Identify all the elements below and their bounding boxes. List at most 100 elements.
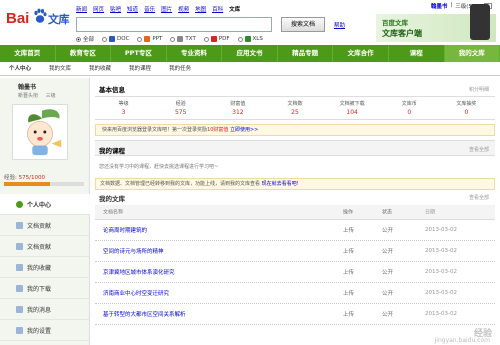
search-input[interactable] bbox=[76, 17, 272, 32]
main-nav-item[interactable]: 课程 bbox=[389, 45, 445, 62]
main-nav-item[interactable]: 文库首页 bbox=[0, 45, 56, 62]
profile-title-label: 新晋头衔 bbox=[18, 93, 39, 99]
file-type-icon bbox=[177, 36, 184, 42]
main-nav-item[interactable]: PPT专区 bbox=[111, 45, 167, 62]
stat-value[interactable]: 0 bbox=[438, 109, 495, 116]
side-menu-item[interactable]: 文档贡献 bbox=[0, 215, 90, 236]
main-nav-item[interactable]: 文库合作 bbox=[333, 45, 389, 62]
side-menu-item[interactable]: 我的消息 bbox=[0, 299, 90, 320]
stat-label: 等级 bbox=[118, 101, 129, 107]
top-nav-link[interactable]: 文库 bbox=[229, 5, 240, 15]
filter-label: PDF bbox=[218, 36, 230, 42]
top-nav-link[interactable]: 网页 bbox=[93, 5, 104, 15]
courses-more-link[interactable]: 查看全部 bbox=[469, 146, 489, 153]
radio-button[interactable] bbox=[237, 36, 243, 42]
sub-nav-item[interactable]: 我的任务 bbox=[160, 62, 200, 75]
profile-name[interactable]: 翰墨书 bbox=[18, 82, 36, 91]
points-detail-link[interactable]: 积分明细 bbox=[469, 86, 489, 93]
courses-empty-text: 您还没有学习中的课程，赶快去挑选课程进行学习吧~ bbox=[99, 164, 219, 170]
help-link[interactable]: 帮助 bbox=[334, 21, 345, 29]
courses-title: 我的课程 bbox=[99, 147, 125, 155]
doc-action: 上传 bbox=[343, 249, 355, 255]
main-nav-item[interactable]: 我的文库 bbox=[444, 45, 500, 62]
main-nav-item[interactable]: 精品专题 bbox=[278, 45, 334, 62]
filter-option[interactable]: PPT bbox=[137, 35, 162, 43]
paw-icon bbox=[34, 8, 47, 23]
app-banner[interactable]: 百度文库 文库客户端 bbox=[376, 4, 496, 42]
stat-label: 文库币 bbox=[401, 101, 417, 107]
filter-option[interactable]: PDF bbox=[203, 35, 230, 43]
top-nav-link[interactable]: 地图 bbox=[195, 5, 206, 15]
side-menu-item[interactable]: 个人中心 bbox=[0, 194, 90, 215]
doc-name-link[interactable]: 论商周时期建筑的 bbox=[103, 226, 147, 234]
courses-header: 我的课程 查看全部 bbox=[95, 140, 495, 156]
main-nav-item[interactable]: 专业资料 bbox=[167, 45, 223, 62]
top-nav-link[interactable]: 图片 bbox=[161, 5, 172, 15]
menu-item-icon bbox=[16, 200, 23, 208]
side-menu-label: 个人中心 bbox=[27, 201, 52, 209]
avatar-cartoon-icon bbox=[27, 109, 62, 156]
sub-nav-item[interactable]: 个人中心 bbox=[0, 62, 40, 75]
top-nav-link[interactable]: 音乐 bbox=[144, 5, 155, 15]
stat-value[interactable]: 575 bbox=[152, 109, 209, 116]
sub-nav-item[interactable]: 我的收藏 bbox=[80, 62, 120, 75]
main-nav-item[interactable]: 应用文书 bbox=[222, 45, 278, 62]
file-type-icon bbox=[210, 36, 217, 42]
avatar[interactable] bbox=[12, 104, 68, 160]
stats-row: 等级 3 经验 575 财富值 312 文档数 25 文档被下载 104 文库币 0 文库抽奖 0 bbox=[95, 96, 495, 120]
side-menu-item[interactable]: 文档贡献 bbox=[0, 236, 90, 257]
radio-button[interactable] bbox=[170, 36, 176, 42]
top-nav-link[interactable]: 百科 bbox=[212, 5, 223, 15]
stat-label: 文档被下载 bbox=[339, 101, 365, 107]
side-menu-item[interactable]: 我的下载 bbox=[0, 278, 90, 299]
tip-bar: 快来用百度浏览器登录文库吧！第一次登录奖励10财富值 立即使用>> bbox=[95, 124, 495, 136]
top-nav-link[interactable]: 知道 bbox=[127, 5, 138, 15]
stat-value[interactable]: 104 bbox=[324, 109, 381, 116]
radio-button[interactable] bbox=[76, 36, 81, 42]
col-header-status: 状态 bbox=[382, 209, 393, 216]
stat-label: 财富值 bbox=[230, 101, 246, 107]
doc-name-link[interactable]: 京津冀地区城市体系演化研究 bbox=[103, 268, 175, 276]
tip-link[interactable]: 立即使用>> bbox=[230, 127, 258, 133]
filter-option[interactable]: TXT bbox=[170, 35, 196, 43]
doc-status: 公开 bbox=[382, 249, 394, 255]
basic-info-title: 基本信息 bbox=[99, 86, 125, 94]
filter-option[interactable]: XLS bbox=[237, 35, 263, 43]
stat-value[interactable]: 3 bbox=[95, 109, 152, 116]
baidu-logo[interactable]: Bai 文库 bbox=[6, 8, 74, 30]
menu-item-icon bbox=[16, 263, 23, 271]
menu-item-icon bbox=[16, 284, 23, 292]
doc-name-link[interactable]: 基于转型的大都市区空间关系解析 bbox=[103, 310, 186, 318]
side-menu-label: 我的消息 bbox=[27, 306, 52, 314]
top-nav-link[interactable]: 视频 bbox=[178, 5, 189, 15]
stat-value[interactable]: 0 bbox=[381, 109, 438, 116]
filter-label: XLS bbox=[252, 36, 263, 42]
username-link[interactable]: 翰墨书 bbox=[431, 2, 448, 10]
exp-label: 经验: bbox=[4, 175, 17, 181]
notice-link[interactable]: 现在就去看看吧! bbox=[262, 181, 299, 187]
doc-status: 公开 bbox=[382, 228, 394, 234]
sub-nav-item[interactable]: 我的文库 bbox=[40, 62, 80, 75]
main-content: 基本信息 积分明细 等级 3 经验 575 财富值 312 文档数 25 文档被下载 104 文库币… bbox=[95, 80, 495, 345]
search-button[interactable]: 搜索文档 bbox=[281, 17, 325, 32]
stat-value[interactable]: 312 bbox=[209, 109, 266, 116]
top-nav-link[interactable]: 贴吧 bbox=[110, 5, 121, 15]
library-more-link[interactable]: 查看全部 bbox=[469, 194, 489, 201]
doc-rows: 论商周时期建筑的 上传 公开 2013-03-02 空间的诗元与场所的精神 上传 公开 201… bbox=[95, 220, 495, 325]
top-nav-link[interactable]: 新闻 bbox=[76, 5, 87, 15]
radio-button[interactable] bbox=[203, 36, 209, 42]
main-nav-item[interactable]: 教育专区 bbox=[56, 45, 112, 62]
radio-button[interactable] bbox=[102, 36, 108, 42]
stat-value[interactable]: 25 bbox=[266, 109, 323, 116]
doc-name-link[interactable]: 济南商业中心时空变迁研究 bbox=[103, 289, 169, 297]
doc-name-link[interactable]: 空间的诗元与场所的精神 bbox=[103, 247, 164, 255]
filter-option[interactable]: DOC bbox=[102, 35, 129, 43]
side-menu-label: 我的收藏 bbox=[27, 264, 52, 272]
radio-button[interactable] bbox=[137, 36, 143, 42]
sub-nav-item[interactable]: 我的课程 bbox=[120, 62, 160, 75]
doc-date: 2013-03-02 bbox=[425, 227, 457, 233]
side-menu-item[interactable]: 我的设置 bbox=[0, 320, 90, 341]
side-menu-label: 文档贡献 bbox=[27, 243, 52, 251]
side-menu-item[interactable]: 我的收藏 bbox=[0, 257, 90, 278]
filter-option[interactable]: 全部 bbox=[76, 35, 94, 43]
